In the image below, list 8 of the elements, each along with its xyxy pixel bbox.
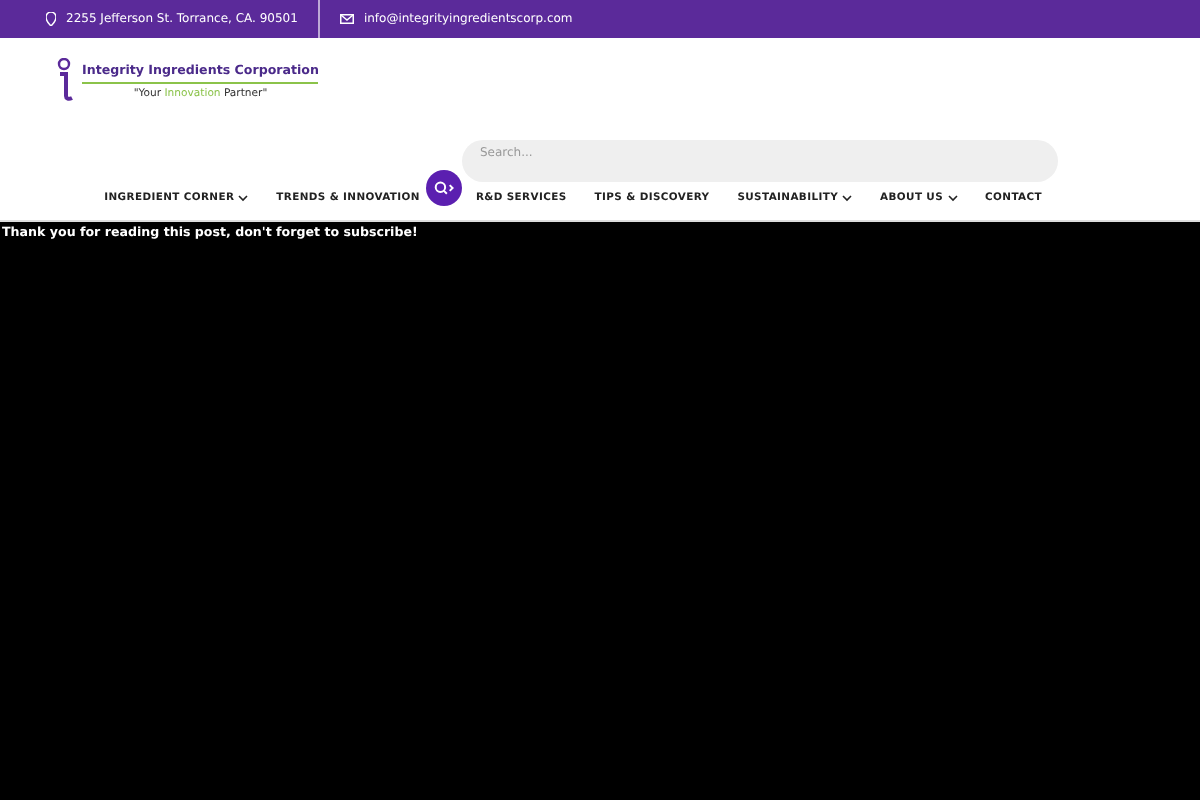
mail-icon [339,14,354,24]
caret-icon [947,194,958,202]
logo-icon [56,58,76,102]
search-button[interactable] [425,170,462,206]
location-pin-icon [46,12,56,26]
search-icon [433,180,454,196]
caret-icon [238,194,249,202]
caret-icon [842,194,853,202]
